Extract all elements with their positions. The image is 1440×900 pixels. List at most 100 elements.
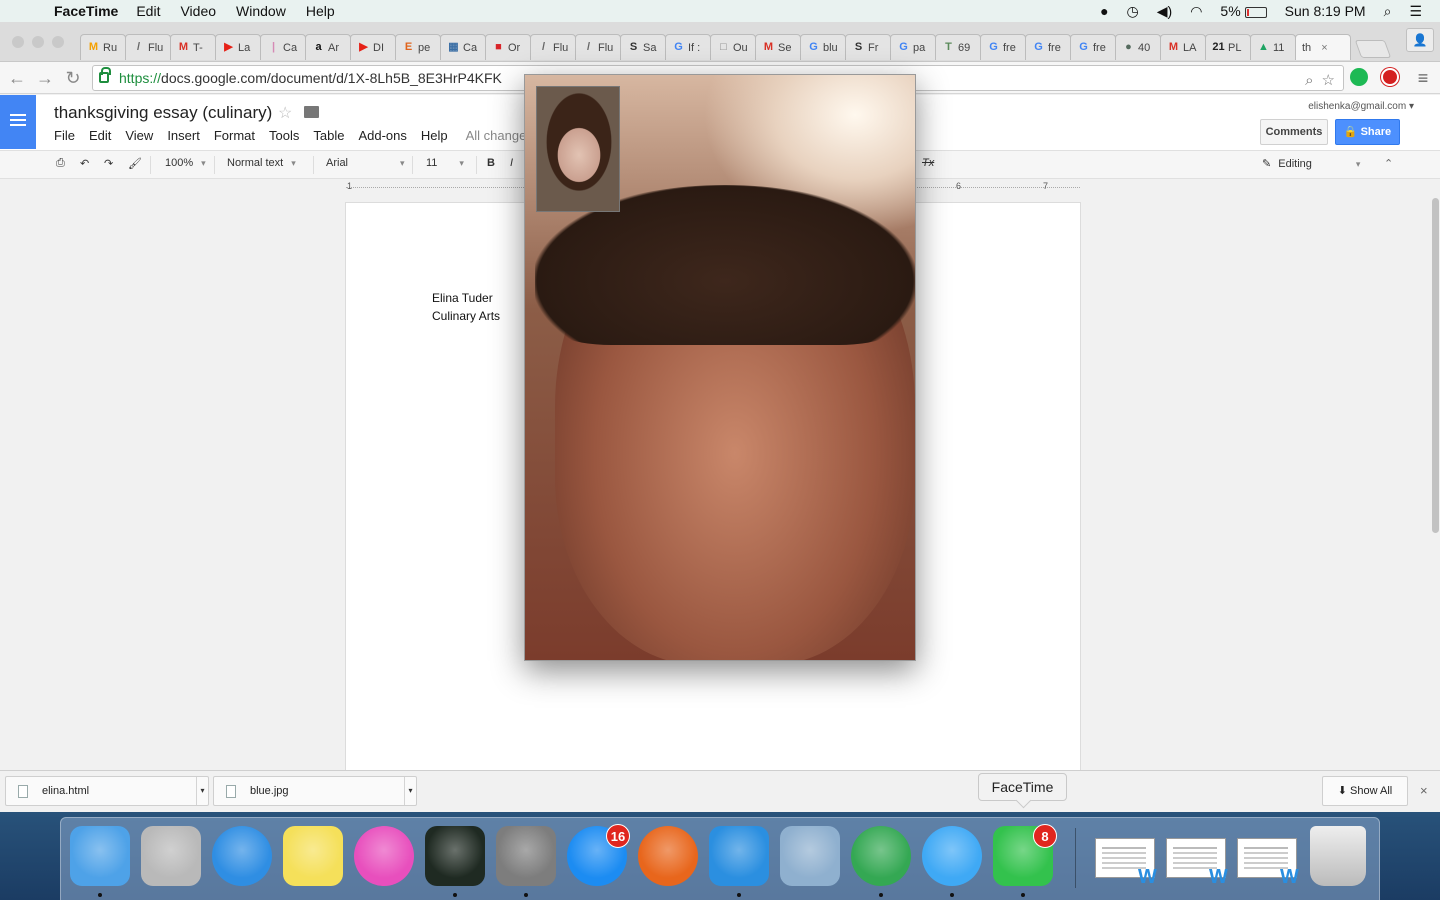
docs-menu-table[interactable]: Table: [313, 128, 344, 143]
browser-tab[interactable]: 21 PL: [1205, 34, 1251, 60]
itunes-icon[interactable]: [354, 826, 414, 886]
browser-tab[interactable]: Gfre: [980, 34, 1026, 60]
print-icon[interactable]: ⎙: [56, 157, 65, 170]
calculator-icon[interactable]: [141, 826, 201, 886]
page-scroll-thumb[interactable]: [1432, 198, 1439, 533]
download-item-elina-html[interactable]: elina.html ▾: [5, 776, 209, 806]
extension-green-icon[interactable]: [1350, 68, 1368, 86]
facetime-video-window[interactable]: [524, 74, 916, 661]
browser-tab[interactable]: ● 40: [1115, 34, 1161, 60]
document-title[interactable]: thanksgiving essay (culinary): [54, 103, 272, 123]
menu-window[interactable]: Window: [236, 3, 286, 19]
paint-format-icon[interactable]: 🖌: [128, 157, 142, 170]
redo-icon[interactable]: ↷: [104, 157, 113, 170]
browser-tab[interactable]: ▶ DI: [350, 34, 396, 60]
system-preferences-icon[interactable]: [496, 826, 556, 886]
browser-tab[interactable]: G If :: [665, 34, 711, 60]
docs-menu-insert[interactable]: Insert: [167, 128, 200, 143]
spotlight-search-icon[interactable]: ⌕: [1384, 3, 1392, 20]
battery-indicator[interactable]: 5%: [1220, 3, 1267, 19]
menu-edit[interactable]: Edit: [136, 3, 160, 19]
browser-tab[interactable]: Gfre: [1025, 34, 1071, 60]
download-options-chevron-icon[interactable]: ▾: [196, 777, 208, 805]
body-line-class[interactable]: Culinary Arts: [432, 309, 500, 323]
bold-button[interactable]: B: [487, 157, 495, 169]
search-icon[interactable]: ⌕: [1305, 69, 1313, 90]
close-window-button[interactable]: [12, 36, 24, 48]
browser-tab[interactable]: ▲ 11: [1250, 34, 1296, 60]
browser-tab[interactable]: ▦ Ca: [440, 34, 486, 60]
docs-menu-view[interactable]: View: [125, 128, 153, 143]
docs-menu-edit[interactable]: Edit: [89, 128, 111, 143]
browser-tab[interactable]: Gblu: [800, 34, 846, 60]
clock[interactable]: Sun 8:19 PM: [1285, 3, 1366, 19]
back-arrow-icon[interactable]: ←: [6, 67, 28, 89]
font-size-select[interactable]: 11 ▾: [426, 157, 464, 169]
clear-formatting-button[interactable]: Tx: [922, 157, 934, 169]
messages-icon[interactable]: [922, 826, 982, 886]
collapse-menus-icon[interactable]: ⌃: [1384, 157, 1393, 170]
browser-tab[interactable]: Epe: [395, 34, 441, 60]
browser-tab[interactable]: M Ru: [80, 34, 126, 60]
zoom-select[interactable]: 100% ▾: [165, 157, 206, 169]
body-line-name[interactable]: Elina Tuder: [432, 291, 493, 305]
wifi-icon[interactable]: ◠: [1190, 3, 1202, 20]
self-view-preview[interactable]: [536, 86, 620, 212]
browser-tab[interactable]: T 69: [935, 34, 981, 60]
browser-tab[interactable]: S Fr: [845, 34, 891, 60]
browser-tab[interactable]: □ Ou: [710, 34, 756, 60]
active-browser-tab[interactable]: th ×: [1295, 34, 1351, 60]
browser-tab[interactable]: S Sa: [620, 34, 666, 60]
docs-menu-tools[interactable]: Tools: [269, 128, 299, 143]
browser-tab[interactable]: Gpa: [890, 34, 936, 60]
docs-menu-format[interactable]: Format: [214, 128, 255, 143]
paragraph-style-select[interactable]: Normal text ▾: [227, 157, 296, 169]
docs-menu-help[interactable]: Help: [421, 128, 448, 143]
minimized-word-document-3[interactable]: W: [1237, 838, 1299, 887]
menu-help[interactable]: Help: [306, 3, 335, 19]
status-dot-icon[interactable]: ●: [1100, 3, 1108, 19]
undo-icon[interactable]: ↶: [80, 157, 89, 170]
time-machine-icon[interactable]: ◷: [1127, 3, 1139, 20]
docs-home-icon[interactable]: [0, 95, 36, 149]
app-menu-facetime[interactable]: FaceTime: [54, 3, 118, 19]
minimize-window-button[interactable]: [32, 36, 44, 48]
star-icon[interactable]: ☆: [278, 103, 292, 123]
zoom-window-button[interactable]: [52, 36, 64, 48]
activity-monitor-icon[interactable]: [425, 826, 485, 886]
chrome-icon[interactable]: [851, 826, 911, 886]
notes-icon[interactable]: [283, 826, 343, 886]
preview-icon[interactable]: [780, 826, 840, 886]
safari-icon[interactable]: [212, 826, 272, 886]
docs-menu-addons[interactable]: Add-ons: [358, 128, 406, 143]
profile-button[interactable]: 👤: [1406, 28, 1434, 52]
comments-button[interactable]: Comments: [1260, 119, 1328, 145]
italic-button[interactable]: I: [510, 157, 513, 169]
trash-icon[interactable]: [1310, 826, 1366, 886]
font-select[interactable]: Arial ▾: [326, 157, 405, 169]
browser-tab[interactable]: a Ar: [305, 34, 351, 60]
browser-tab[interactable]: Gfre: [1070, 34, 1116, 60]
browser-tab[interactable]: | Ca: [260, 34, 306, 60]
browser-tab[interactable]: M T-: [170, 34, 216, 60]
download-options-chevron-icon[interactable]: ▾: [404, 777, 416, 805]
finder-icon[interactable]: [70, 826, 130, 886]
firefox-icon[interactable]: [638, 826, 698, 886]
browser-tab[interactable]: / Flu: [530, 34, 576, 60]
extension-red-hand-icon[interactable]: [1381, 68, 1399, 86]
browser-tab[interactable]: / Flu: [575, 34, 621, 60]
editing-mode-select[interactable]: ✎ Editing ▾: [1262, 157, 1360, 170]
menu-video[interactable]: Video: [180, 3, 216, 19]
docs-menu-file[interactable]: File: [54, 128, 75, 143]
browser-tab[interactable]: ▶ La: [215, 34, 261, 60]
browser-tab[interactable]: / Flu: [125, 34, 171, 60]
show-all-downloads-button[interactable]: ⬇ Show All: [1322, 776, 1408, 806]
word-icon[interactable]: [709, 826, 769, 886]
forward-arrow-icon[interactable]: →: [34, 67, 56, 89]
minimized-word-document-1[interactable]: W: [1095, 838, 1157, 887]
new-tab-button[interactable]: [1354, 40, 1392, 58]
account-email[interactable]: elishenka@gmail.com ▾: [1308, 101, 1414, 112]
download-item-blue-jpg[interactable]: blue.jpg ▾: [213, 776, 417, 806]
browser-tab[interactable]: ■ Or: [485, 34, 531, 60]
notification-center-icon[interactable]: ☰: [1409, 3, 1422, 20]
